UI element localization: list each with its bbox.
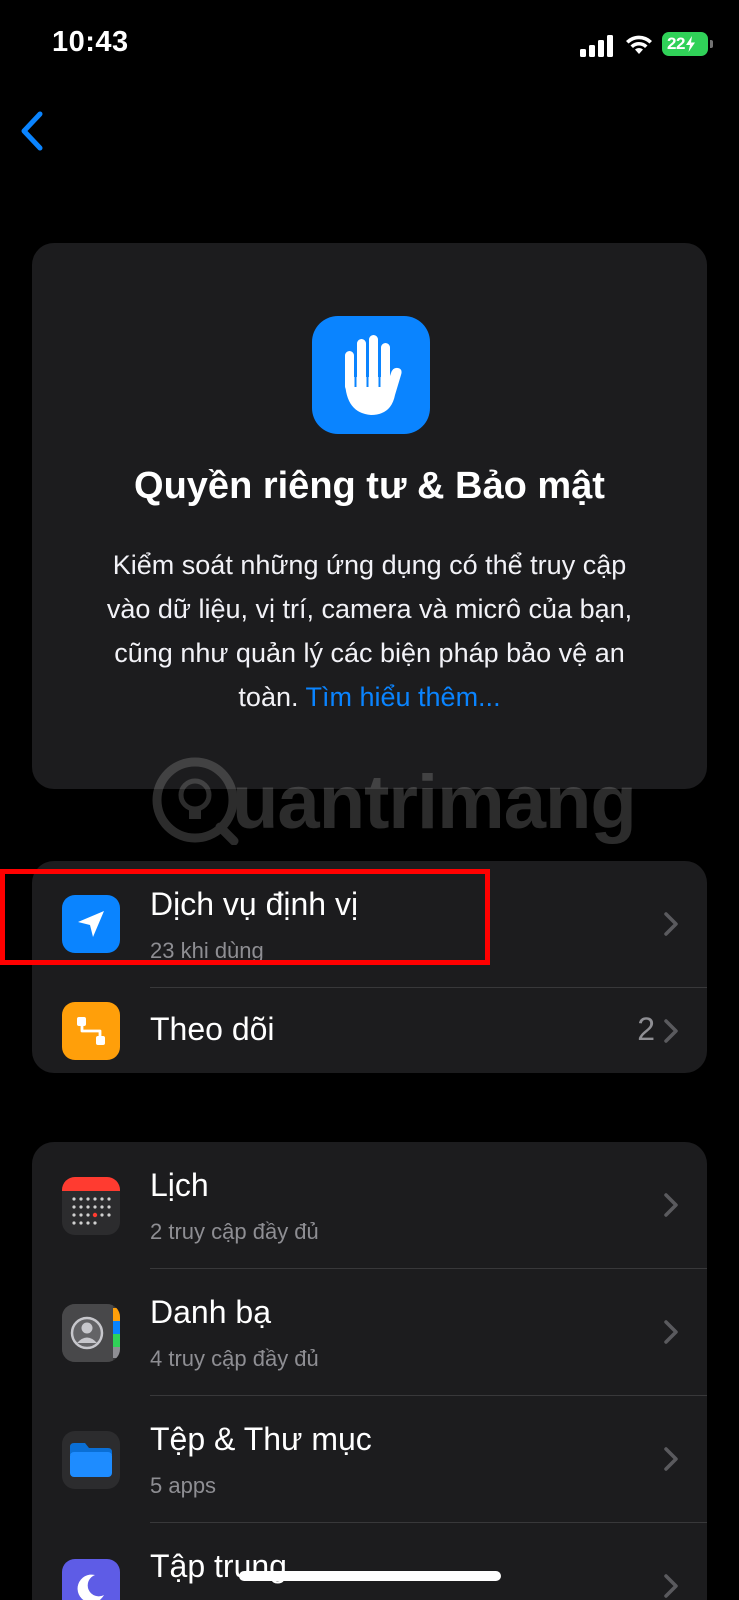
- page-title: Quyền riêng tư & Bảo mật: [134, 465, 605, 507]
- folder-icon: [62, 1431, 120, 1489]
- location-arrow-icon: [62, 895, 120, 953]
- page-description: Kiểm soát những ứng dụng có thể truy cập…: [92, 543, 647, 719]
- contacts-icon: [62, 1304, 120, 1362]
- home-indicator[interactable]: [239, 1571, 501, 1581]
- app-permissions-group: Lịch 2 truy cập đầy đủ Danh bạ 4 truy cậ…: [32, 1142, 707, 1600]
- row-subtitle: 23 khi dùng: [150, 938, 264, 963]
- hand-raised-icon: [312, 316, 430, 434]
- location-services-row[interactable]: Dịch vụ định vị 23 khi dùng: [32, 861, 707, 988]
- battery-cap: [710, 40, 713, 48]
- chevron-right-icon: [664, 1193, 678, 1217]
- calendar-icon: [62, 1177, 120, 1235]
- tracking-row[interactable]: Theo dõi 2: [32, 988, 707, 1073]
- focus-row[interactable]: Tập trung: [32, 1523, 707, 1600]
- row-subtitle: 2 truy cập đầy đủ: [150, 1219, 319, 1244]
- row-title: Danh bạ: [150, 1294, 271, 1330]
- chevron-right-icon: [664, 1574, 678, 1598]
- moon-icon: [62, 1559, 120, 1600]
- watermark-text: uantrimang: [232, 760, 637, 845]
- row-subtitle: 5 apps: [150, 1473, 217, 1498]
- wifi-icon: [626, 35, 652, 54]
- chevron-right-icon: [664, 1019, 678, 1043]
- location-tracking-group: Dịch vụ định vị 23 khi dùng Theo dõi 2: [32, 861, 707, 1073]
- row-subtitle: 4 truy cập đầy đủ: [150, 1346, 319, 1371]
- row-title: Lịch: [150, 1167, 209, 1203]
- privacy-info-card: Quyền riêng tư & Bảo mật Kiểm soát những…: [32, 243, 707, 789]
- row-title: Dịch vụ định vị: [150, 886, 359, 922]
- privacy-security-screen: 10:43 22 Quyền riêng tư & Bảo mật Kiểm s…: [0, 0, 739, 1600]
- status-bar: 10:43 22: [0, 0, 739, 92]
- files-folders-row[interactable]: Tệp & Thư mục 5 apps: [32, 1396, 707, 1523]
- charging-bolt-icon: [685, 36, 695, 52]
- battery-indicator: 22: [662, 32, 708, 56]
- tracking-count: 2: [637, 1011, 655, 1047]
- contacts-row[interactable]: Danh bạ 4 truy cập đầy đủ: [32, 1269, 707, 1396]
- back-button[interactable]: [14, 108, 54, 154]
- row-title: Theo dõi: [150, 1011, 275, 1047]
- watermark: uantrimang: [150, 755, 637, 855]
- chevron-left-icon: [21, 111, 43, 151]
- chevron-right-icon: [664, 1447, 678, 1471]
- tracking-icon: [62, 1002, 120, 1060]
- chevron-right-icon: [664, 912, 678, 936]
- learn-more-link[interactable]: Tìm hiểu thêm...: [306, 682, 501, 712]
- status-time: 10:43: [52, 26, 129, 58]
- battery-level: 22: [667, 34, 685, 53]
- chevron-right-icon: [664, 1320, 678, 1344]
- calendar-row[interactable]: Lịch 2 truy cập đầy đủ: [32, 1142, 707, 1269]
- row-title: Tệp & Thư mục: [150, 1421, 372, 1457]
- lightbulb-logo-icon: [152, 757, 239, 845]
- cellular-signal-icon: [580, 35, 614, 57]
